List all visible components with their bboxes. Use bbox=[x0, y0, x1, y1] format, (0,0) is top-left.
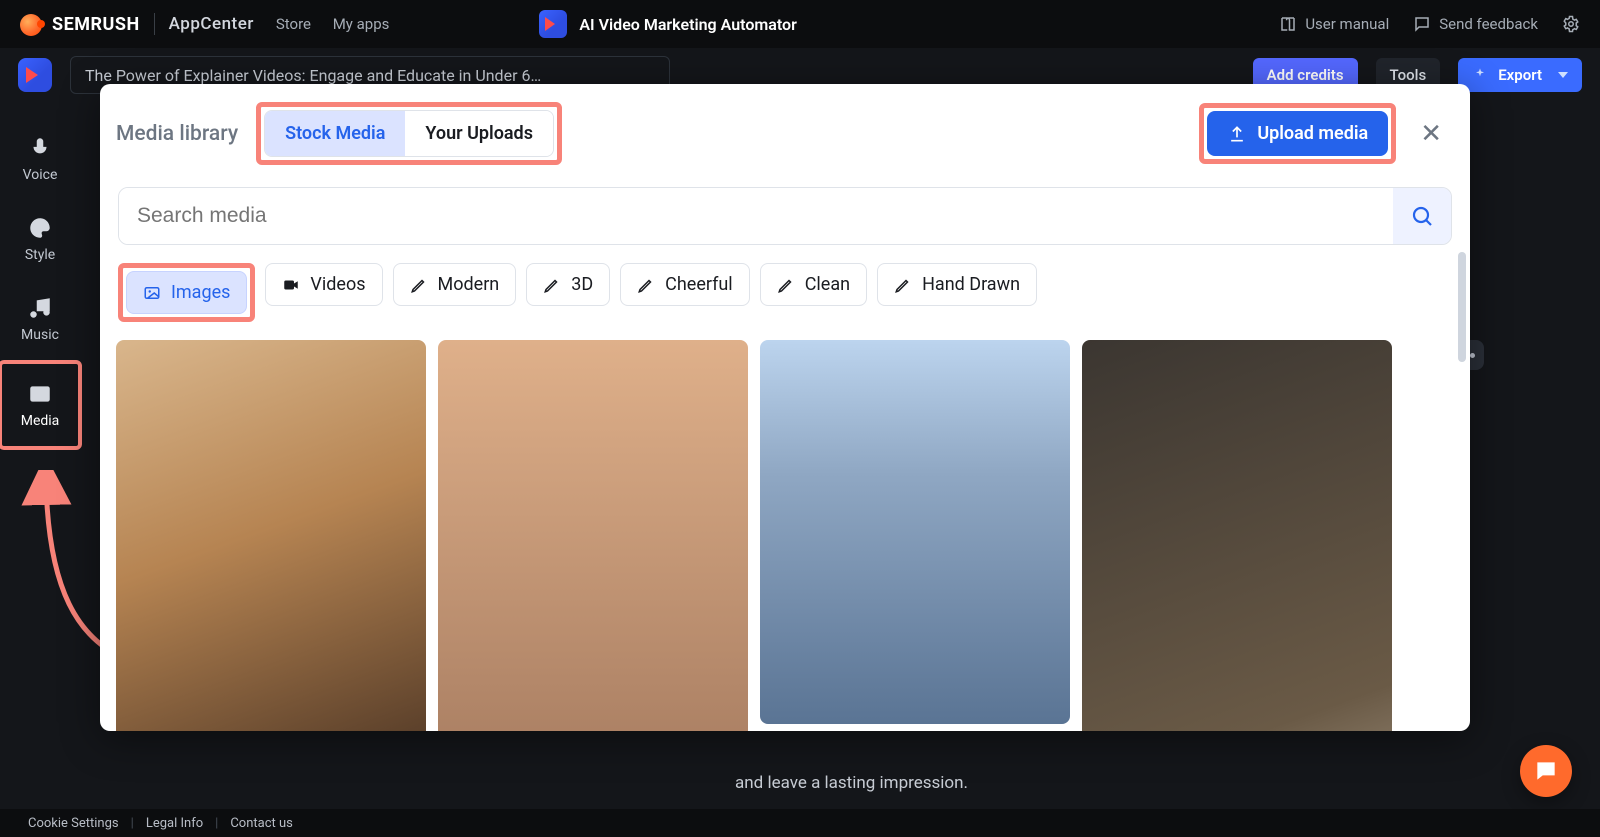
filter-3d[interactable]: 3D bbox=[526, 263, 610, 306]
tab-stock-media[interactable]: Stock Media bbox=[265, 111, 405, 156]
image-icon bbox=[27, 381, 53, 407]
footer-contact-us[interactable]: Contact us bbox=[230, 816, 293, 831]
search-button[interactable] bbox=[1393, 188, 1451, 244]
palette-icon bbox=[27, 215, 53, 241]
upload-media-button[interactable]: Upload media bbox=[1207, 111, 1388, 156]
export-button[interactable]: Export bbox=[1458, 58, 1582, 92]
book-icon bbox=[1279, 15, 1297, 33]
tab-your-uploads[interactable]: Your Uploads bbox=[405, 111, 553, 156]
current-app-chip[interactable]: AI Video Marketing Automator bbox=[539, 10, 797, 38]
current-app-name: AI Video Marketing Automator bbox=[579, 15, 797, 34]
sparkle-icon bbox=[1472, 67, 1488, 83]
annotation-highlight-media: Media bbox=[0, 360, 82, 450]
scrollbar-thumb[interactable] bbox=[1458, 252, 1466, 362]
annotation-highlight-images-filter: Images bbox=[118, 263, 255, 322]
filter-clean[interactable]: Clean bbox=[760, 263, 867, 306]
media-thumbnail[interactable] bbox=[760, 340, 1070, 724]
chat-bubble-icon bbox=[1533, 758, 1559, 784]
modal-body: Images Videos Modern 3D Cheerful Cle bbox=[100, 183, 1470, 731]
music-note-icon bbox=[27, 295, 53, 321]
nav-store[interactable]: Store bbox=[276, 15, 311, 33]
sidebar-music-label: Music bbox=[21, 327, 59, 343]
media-source-tabs: Stock Media Your Uploads bbox=[264, 110, 554, 157]
editor-sidebar: Voice Style Music Media bbox=[0, 102, 80, 809]
filter-clean-label: Clean bbox=[805, 274, 850, 295]
search-icon bbox=[1410, 204, 1434, 228]
filter-cheerful[interactable]: Cheerful bbox=[620, 263, 750, 306]
upload-media-label: Upload media bbox=[1257, 123, 1368, 144]
media-thumbnail[interactable] bbox=[438, 340, 748, 731]
semrush-logo-icon bbox=[20, 14, 42, 36]
media-thumbnail[interactable] bbox=[116, 340, 426, 731]
nav-my-apps[interactable]: My apps bbox=[333, 15, 390, 33]
chevron-down-icon bbox=[1558, 72, 1568, 78]
pencil-icon bbox=[894, 276, 912, 294]
filter-videos[interactable]: Videos bbox=[265, 263, 382, 306]
export-label: Export bbox=[1498, 66, 1542, 84]
image-icon bbox=[143, 284, 161, 302]
filter-3d-label: 3D bbox=[571, 274, 593, 295]
footer: Cookie Settings | Legal Info | Contact u… bbox=[0, 809, 1600, 837]
upload-icon bbox=[1227, 124, 1247, 144]
app-logo-icon bbox=[18, 58, 52, 92]
sidebar-item-voice[interactable]: Voice bbox=[4, 120, 76, 198]
pencil-icon bbox=[543, 276, 561, 294]
send-feedback-link[interactable]: Send feedback bbox=[1413, 15, 1538, 33]
annotation-highlight-tabs: Stock Media Your Uploads bbox=[256, 102, 562, 165]
media-grid bbox=[116, 340, 1454, 731]
filter-modern-label: Modern bbox=[438, 274, 500, 295]
search-input[interactable] bbox=[119, 188, 1393, 244]
video-icon bbox=[282, 276, 300, 294]
user-manual-link[interactable]: User manual bbox=[1279, 15, 1389, 33]
help-chat-button[interactable] bbox=[1520, 745, 1572, 797]
media-filters: Images Videos Modern 3D Cheerful Cle bbox=[118, 263, 1452, 322]
sidebar-item-style[interactable]: Style bbox=[4, 200, 76, 278]
app-logo-icon bbox=[539, 10, 567, 38]
filter-modern[interactable]: Modern bbox=[393, 263, 517, 306]
sidebar-style-label: Style bbox=[25, 247, 55, 263]
modal-title: Media library bbox=[116, 122, 238, 146]
footer-legal-info[interactable]: Legal Info bbox=[146, 816, 203, 831]
user-manual-label: User manual bbox=[1305, 15, 1389, 33]
filter-hand-drawn[interactable]: Hand Drawn bbox=[877, 263, 1037, 306]
sidebar-media-label: Media bbox=[21, 413, 60, 429]
filter-cheerful-label: Cheerful bbox=[665, 274, 733, 295]
gear-icon bbox=[1562, 15, 1580, 33]
sidebar-item-music[interactable]: Music bbox=[4, 280, 76, 358]
appcenter-label: AppCenter bbox=[169, 14, 254, 34]
brand-separator bbox=[154, 13, 155, 35]
project-title-text: The Power of Explainer Videos: Engage an… bbox=[85, 66, 541, 85]
filter-images[interactable]: Images bbox=[126, 271, 247, 314]
send-feedback-label: Send feedback bbox=[1439, 15, 1538, 33]
pencil-icon bbox=[777, 276, 795, 294]
pencil-icon bbox=[410, 276, 428, 294]
microphone-icon bbox=[27, 135, 53, 161]
pencil-icon bbox=[637, 276, 655, 294]
footer-cookie-settings[interactable]: Cookie Settings bbox=[28, 816, 119, 831]
modal-header: Media library Stock Media Your Uploads U… bbox=[100, 84, 1470, 183]
settings-link[interactable] bbox=[1562, 15, 1580, 33]
filter-images-label: Images bbox=[171, 282, 230, 303]
media-library-modal: Media library Stock Media Your Uploads U… bbox=[100, 84, 1470, 731]
close-modal-button[interactable]: ✕ bbox=[1414, 117, 1448, 151]
topbar-right: User manual Send feedback bbox=[1279, 15, 1580, 33]
annotation-highlight-upload: Upload media bbox=[1199, 103, 1396, 164]
slide-caption-fragment: and leave a lasting impression. bbox=[735, 773, 968, 793]
chat-icon bbox=[1413, 15, 1431, 33]
brand-label: SEMRUSH bbox=[52, 14, 140, 35]
topbar: SEMRUSH AppCenter Store My apps AI Video… bbox=[0, 0, 1600, 48]
brand[interactable]: SEMRUSH AppCenter bbox=[20, 13, 254, 35]
topnav: Store My apps bbox=[276, 15, 408, 33]
media-search bbox=[118, 187, 1452, 245]
sidebar-item-media[interactable]: Media bbox=[4, 366, 76, 444]
filter-videos-label: Videos bbox=[310, 274, 365, 295]
filter-handdrawn-label: Hand Drawn bbox=[922, 274, 1020, 295]
sidebar-voice-label: Voice bbox=[23, 167, 58, 183]
media-thumbnail[interactable] bbox=[1082, 340, 1392, 731]
